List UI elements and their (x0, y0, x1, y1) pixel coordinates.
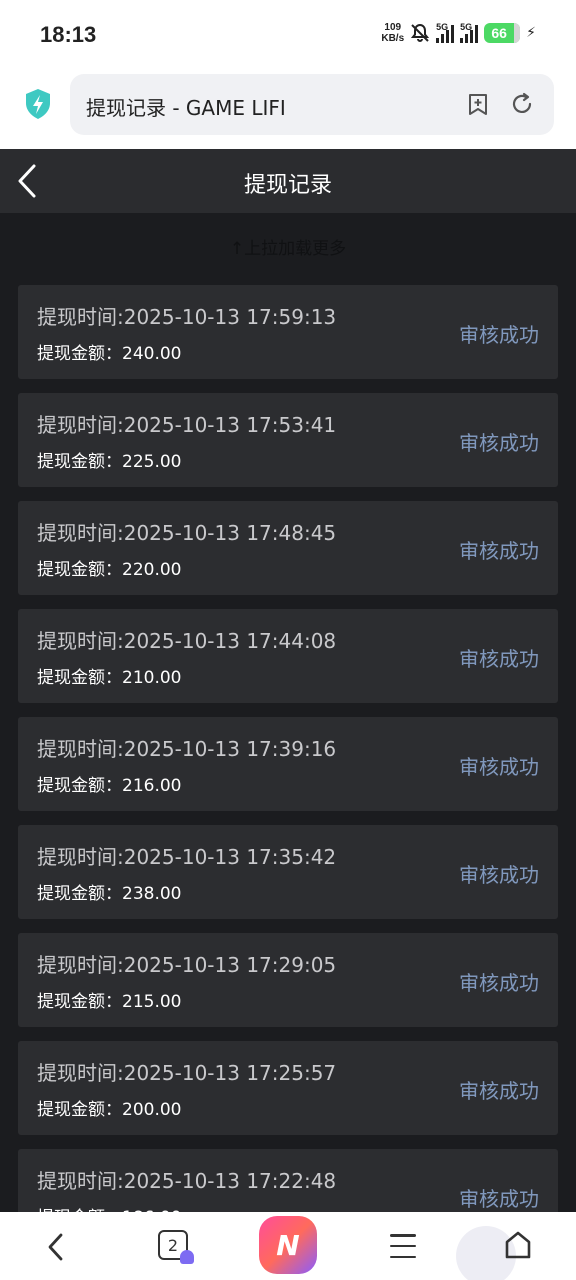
status-icons: 109 KB/s 5G 5G 66 ⚡ (381, 22, 536, 44)
withdrawal-record[interactable]: 提现时间:2025-10-13 17:44:08 提现金额：210.00 审核成… (18, 609, 558, 703)
record-amount: 提现金额：238.00 (37, 884, 182, 904)
net-speed-value: 109 (384, 22, 402, 33)
page-url-title[interactable]: 提现记录 - GAME LIFI (86, 92, 286, 121)
withdrawal-record[interactable]: 提现时间:2025-10-13 17:29:05 提现金额：215.00 审核成… (18, 933, 558, 1027)
reload-icon[interactable] (510, 92, 534, 116)
status-bar: 18:13 109 KB/s 5G 5G 66 ⚡ (0, 0, 576, 68)
signal-1-icon: 5G (436, 22, 455, 43)
withdrawal-record[interactable]: 提现时间:2025-10-13 17:25:57 提现金额：200.00 审核成… (18, 1041, 558, 1135)
record-time: 提现时间:2025-10-13 17:59:13 (37, 305, 337, 329)
browser-bar: 提现记录 - GAME LIFI (0, 68, 576, 149)
ai-assistant-button[interactable]: N (259, 1216, 317, 1274)
record-time: 提现时间:2025-10-13 17:44:08 (37, 629, 337, 653)
menu-icon[interactable] (390, 1234, 416, 1258)
tabs-button[interactable]: 2 (158, 1230, 194, 1264)
browser-bottom-nav: 2 N (0, 1212, 576, 1280)
record-status: 审核成功 (459, 1187, 539, 1211)
record-amount: 提现金额：215.00 (37, 992, 182, 1012)
charging-icon: ⚡ (526, 25, 536, 41)
record-amount: 提现金额：216.00 (37, 776, 182, 796)
record-status: 审核成功 (459, 755, 539, 779)
withdrawal-record[interactable]: 提现时间:2025-10-13 17:48:45 提现金额：220.00 审核成… (18, 501, 558, 595)
nav-back-icon[interactable] (44, 1232, 68, 1262)
record-status: 审核成功 (459, 863, 539, 887)
tab-count: 2 (167, 1235, 179, 1255)
record-time: 提现时间:2025-10-13 17:25:57 (37, 1061, 337, 1085)
record-status: 审核成功 (459, 539, 539, 563)
page-header: 提现记录 (0, 149, 576, 213)
security-shield-icon[interactable] (24, 88, 52, 120)
withdrawal-record[interactable]: 提现时间:2025-10-13 17:35:42 提现金额：238.00 审核成… (18, 825, 558, 919)
status-time: 18:13 (40, 22, 97, 47)
record-status: 审核成功 (459, 323, 539, 347)
record-time: 提现时间:2025-10-13 17:22:48 (37, 1169, 337, 1193)
signal-2-label: 5G (460, 22, 473, 32)
withdrawal-records-list: 提现时间:2025-10-13 17:59:13 提现金额：240.00 审核成… (18, 285, 558, 1257)
record-status: 审核成功 (459, 647, 539, 671)
withdrawal-record[interactable]: 提现时间:2025-10-13 17:39:16 提现金额：216.00 审核成… (18, 717, 558, 811)
battery-icon: 66 (484, 23, 521, 43)
record-time: 提现时间:2025-10-13 17:53:41 (37, 413, 337, 437)
record-time: 提现时间:2025-10-13 17:35:42 (37, 845, 337, 869)
signal-2-icon: 5G (460, 22, 479, 43)
withdrawal-record[interactable]: 提现时间:2025-10-13 17:53:41 提现金额：225.00 审核成… (18, 393, 558, 487)
record-time: 提现时间:2025-10-13 17:48:45 (37, 521, 337, 545)
home-icon[interactable] (504, 1230, 532, 1260)
record-status: 审核成功 (459, 1079, 539, 1103)
record-status: 审核成功 (459, 971, 539, 995)
record-time: 提现时间:2025-10-13 17:29:05 (37, 953, 337, 977)
record-amount: 提现金额：225.00 (37, 452, 182, 472)
add-bookmark-icon[interactable] (466, 92, 490, 116)
pull-to-load-more-hint: ↑上拉加载更多 (229, 239, 347, 259)
address-bar[interactable]: 提现记录 - GAME LIFI (70, 74, 554, 135)
page-title: 提现记录 (243, 173, 332, 198)
net-speed-unit: KB/s (381, 33, 405, 44)
mute-bell-icon (411, 23, 430, 42)
net-speed: 109 KB/s (381, 22, 404, 44)
battery-level: 66 (491, 25, 507, 41)
ai-logo-icon: N (276, 1228, 300, 1262)
record-amount: 提现金额：200.00 (37, 1100, 182, 1120)
record-amount: 提现金额：210.00 (37, 668, 182, 688)
record-status: 审核成功 (459, 431, 539, 455)
withdrawal-record[interactable]: 提现时间:2025-10-13 17:59:13 提现金额：240.00 审核成… (18, 285, 558, 379)
ghost-icon (180, 1250, 194, 1264)
record-time: 提现时间:2025-10-13 17:39:16 (37, 737, 337, 761)
record-amount: 提现金额：240.00 (37, 344, 182, 364)
record-amount: 提现金额：220.00 (37, 560, 182, 580)
signal-1-label: 5G (436, 22, 449, 32)
